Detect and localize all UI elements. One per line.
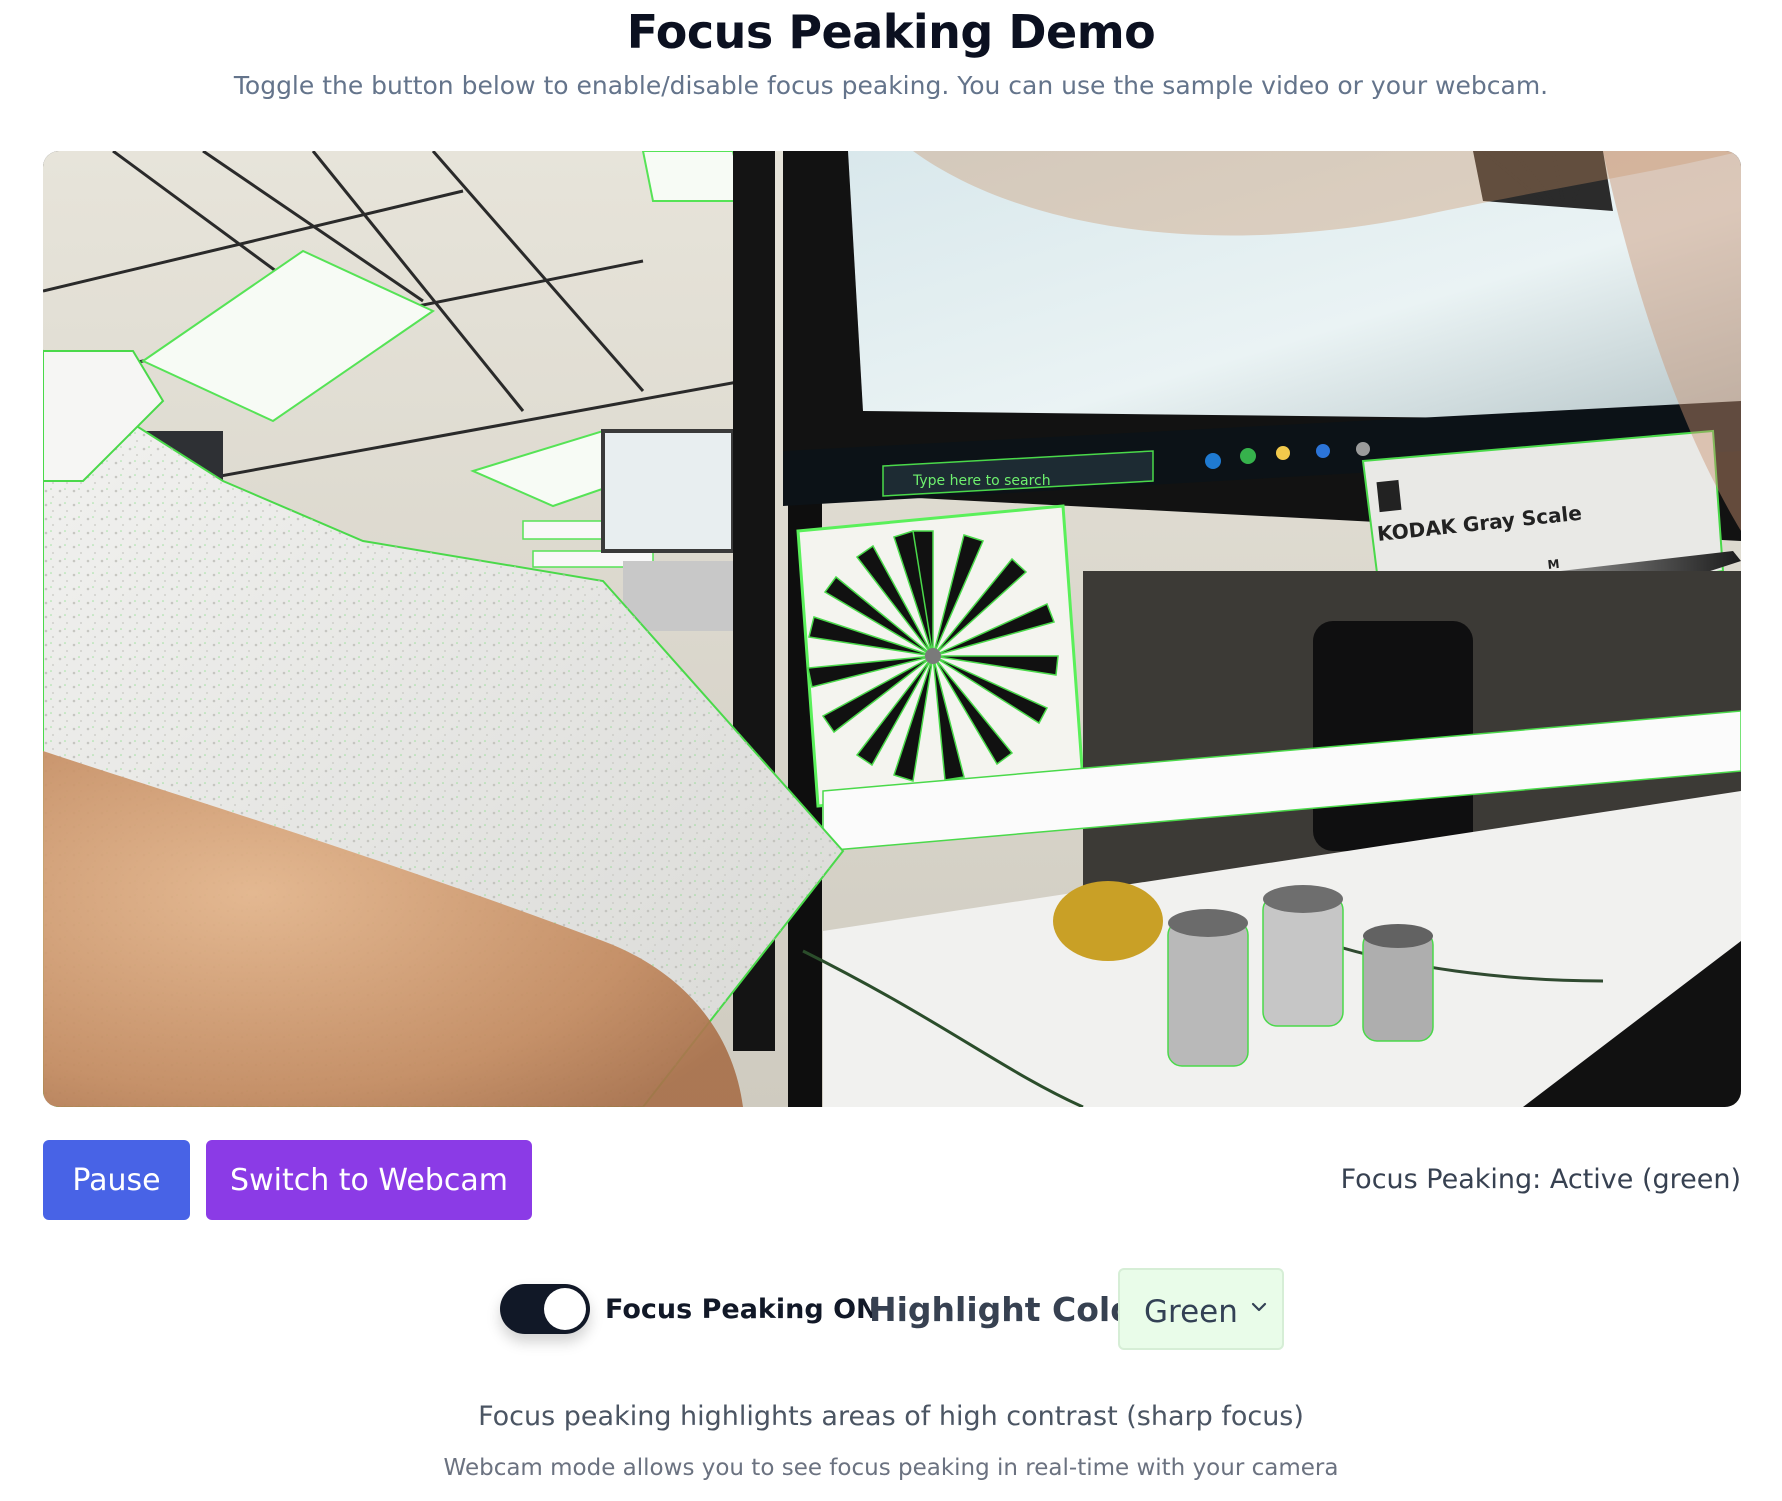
- chevron-down-icon: [1251, 1302, 1267, 1312]
- pause-button[interactable]: Pause: [43, 1140, 190, 1220]
- highlight-color-value: Green: [1144, 1294, 1238, 1330]
- webcam-mode-description: Webcam mode allows you to see focus peak…: [443, 1455, 1339, 1481]
- focus-peaking-toggle-label: Focus Peaking ON: [605, 1294, 879, 1325]
- peaking-settings: Focus Peaking ON Highlight Color: Green: [0, 1268, 1782, 1352]
- toggle-knob: [544, 1288, 586, 1330]
- highlight-color-select[interactable]: Green: [1118, 1268, 1284, 1350]
- info-notes: Focus peaking highlights areas of high c…: [0, 1399, 1782, 1483]
- gray-scale-letter-m: M: [1547, 557, 1560, 572]
- search-box-text: Type here to search: [912, 473, 1051, 489]
- switch-to-webcam-button[interactable]: Switch to Webcam: [206, 1140, 532, 1220]
- playback-controls: Pause Switch to Webcam Focus Peaking: Ac…: [43, 1140, 1741, 1220]
- video-frame-image: Type here to search KODAK Gray Scale A M: [43, 151, 1741, 1107]
- ceiling-light: [641, 151, 745, 202]
- page-header: Focus Peaking Demo Toggle the button bel…: [0, 0, 1782, 102]
- page-subtitle: Toggle the button below to enable/disabl…: [233, 71, 1549, 100]
- focus-peaking-toggle[interactable]: [500, 1284, 590, 1334]
- page-title: Focus Peaking Demo: [626, 5, 1156, 59]
- video-player[interactable]: Type here to search KODAK Gray Scale A M: [43, 151, 1741, 1107]
- focus-peaking-status: Focus Peaking: Active (green): [1340, 1164, 1741, 1195]
- focus-peaking-description: Focus peaking highlights areas of high c…: [478, 1401, 1304, 1432]
